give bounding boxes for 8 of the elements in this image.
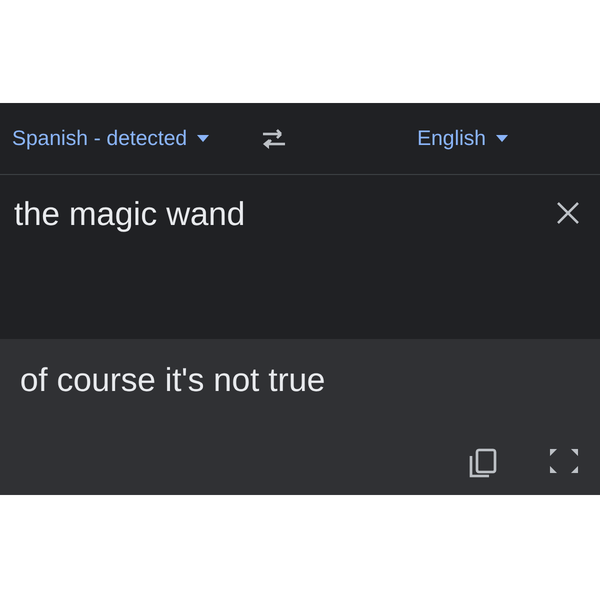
source-language-dropdown[interactable]: Spanish - detected [12,126,210,150]
target-language-dropdown[interactable]: English [417,126,508,150]
close-icon[interactable] [556,201,580,225]
source-text-field[interactable]: the magic wand [14,195,556,233]
translation-text: of course it's not true [20,361,326,399]
caret-icon [197,135,210,142]
caret-icon [496,135,508,142]
copy-icon[interactable] [468,447,498,479]
